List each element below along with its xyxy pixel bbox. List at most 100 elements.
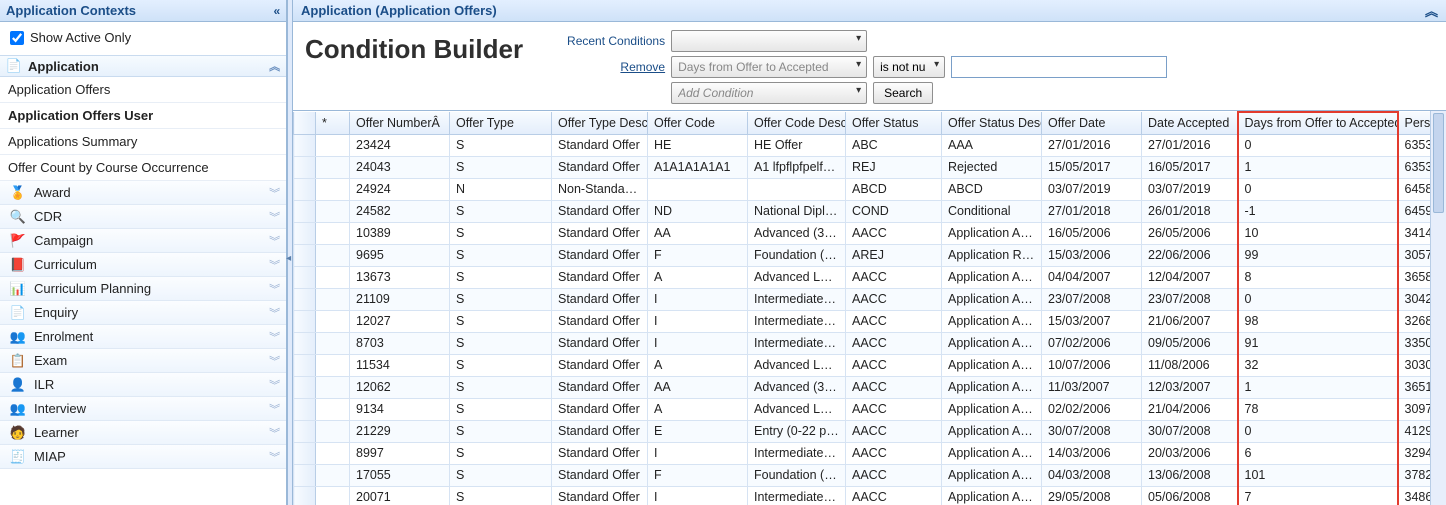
condition-value-input[interactable]	[951, 56, 1167, 78]
cell[interactable]: S	[450, 222, 552, 244]
cell[interactable]	[316, 266, 350, 288]
cell[interactable]: AACC	[846, 310, 942, 332]
cell[interactable]: 101	[1238, 464, 1398, 486]
cell[interactable]: 30/07/2008	[1042, 420, 1142, 442]
column-header[interactable]: Offer Type Desc	[552, 112, 648, 134]
cell[interactable]: Intermediate (...	[748, 288, 846, 310]
cell[interactable]: AACC	[846, 486, 942, 505]
cell[interactable]: 27/01/2016	[1042, 134, 1142, 156]
cell[interactable]: F	[648, 464, 748, 486]
cell[interactable]: S	[450, 442, 552, 464]
sidebar-item-learner[interactable]: 🧑Learner︾	[0, 421, 286, 445]
cell[interactable]: Intermediate (...	[748, 332, 846, 354]
cell[interactable]: 02/02/2006	[1042, 398, 1142, 420]
sidebar-item-enquiry[interactable]: 📄Enquiry︾	[0, 301, 286, 325]
cell[interactable]: Advanced Leve...	[748, 354, 846, 376]
cell[interactable]: 12/04/2007	[1142, 266, 1238, 288]
cell[interactable]: I	[648, 310, 748, 332]
table-row[interactable]: 24924NNon-Standard...ABCDABCD03/07/20190…	[294, 178, 1446, 200]
table-row[interactable]: 21229SStandard OfferEEntry (0-22 poi...A…	[294, 420, 1446, 442]
column-header[interactable]: Offer Date	[1042, 112, 1142, 134]
cell[interactable]	[316, 376, 350, 398]
column-header[interactable]: Offer Status Desc	[942, 112, 1042, 134]
cell[interactable]: A1 lfpflpfpelfpf...	[748, 156, 846, 178]
cell[interactable]: 12062	[350, 376, 450, 398]
sidebar-item-award[interactable]: 🏅Award︾	[0, 181, 286, 205]
cell[interactable]: S	[450, 266, 552, 288]
cell[interactable]: 10/07/2006	[1042, 354, 1142, 376]
cell[interactable]: S	[450, 464, 552, 486]
cell[interactable]: 20071	[350, 486, 450, 505]
scrollbar-thumb[interactable]	[1433, 113, 1444, 213]
cell[interactable]: 24924	[350, 178, 450, 200]
cell[interactable]: COND	[846, 200, 942, 222]
cell[interactable]: 22/06/2006	[1142, 244, 1238, 266]
cell[interactable]: S	[450, 310, 552, 332]
vertical-scrollbar[interactable]	[1430, 111, 1446, 505]
cell[interactable]: N	[450, 178, 552, 200]
cell[interactable]: 30/07/2008	[1142, 420, 1238, 442]
cell[interactable]: Application Ac...	[942, 266, 1042, 288]
cell[interactable]: Application Ac...	[942, 310, 1042, 332]
table-row[interactable]: 13673SStandard OfferAAdvanced Leve...AAC…	[294, 266, 1446, 288]
table-row[interactable]: 11534SStandard OfferAAdvanced Leve...AAC…	[294, 354, 1446, 376]
cell[interactable]: Standard Offer	[552, 442, 648, 464]
cell[interactable]: ABC	[846, 134, 942, 156]
cell[interactable]: Entry (0-22 poi...	[748, 420, 846, 442]
cell[interactable]: 7	[1238, 486, 1398, 505]
cell[interactable]: S	[450, 200, 552, 222]
cell[interactable]: AACC	[846, 464, 942, 486]
cell[interactable]	[316, 464, 350, 486]
cell[interactable]: 12/03/2007	[1142, 376, 1238, 398]
cell[interactable]: S	[450, 156, 552, 178]
cell[interactable]: 27/01/2016	[1142, 134, 1238, 156]
show-active-only-toggle[interactable]: Show Active Only	[0, 22, 286, 55]
cell[interactable]: 16/05/2017	[1142, 156, 1238, 178]
table-row[interactable]: 17055SStandard OfferFFoundation (2...AAC…	[294, 464, 1446, 486]
sidebar-item-offer-count-by-course-occurrence[interactable]: Offer Count by Course Occurrence	[0, 155, 286, 181]
cell[interactable]: Standard Offer	[552, 332, 648, 354]
cell[interactable]: 04/03/2008	[1042, 464, 1142, 486]
cell[interactable]: 9134	[350, 398, 450, 420]
cell[interactable]: 23/07/2008	[1042, 288, 1142, 310]
cell[interactable]: AA	[648, 222, 748, 244]
cell[interactable]: Application Rej...	[942, 244, 1042, 266]
cell[interactable]: 07/02/2006	[1042, 332, 1142, 354]
cell[interactable]: Application Ac...	[942, 222, 1042, 244]
cell[interactable]: 29/05/2008	[1042, 486, 1142, 505]
cell[interactable]: 13/06/2008	[1142, 464, 1238, 486]
cell[interactable]: AACC	[846, 288, 942, 310]
cell[interactable]: 32	[1238, 354, 1398, 376]
cell[interactable]: Foundation (2...	[748, 244, 846, 266]
cell[interactable]: 16/05/2006	[1042, 222, 1142, 244]
cell[interactable]: I	[648, 442, 748, 464]
cell[interactable]: AA	[648, 376, 748, 398]
collapse-sidebar-icon[interactable]: «	[273, 4, 280, 18]
column-header[interactable]: Offer Code Desc	[748, 112, 846, 134]
column-header[interactable]: Offer Status	[846, 112, 942, 134]
cell[interactable]: Advanced Leve...	[748, 398, 846, 420]
table-row[interactable]: 9134SStandard OfferAAdvanced Leve...AACC…	[294, 398, 1446, 420]
collapse-main-icon[interactable]: ︽	[1425, 1, 1438, 20]
cell[interactable]: 05/06/2008	[1142, 486, 1238, 505]
cell[interactable]: Application Ac...	[942, 398, 1042, 420]
cell[interactable]: AACC	[846, 376, 942, 398]
cell[interactable]: 11/08/2006	[1142, 354, 1238, 376]
cell[interactable]: HE	[648, 134, 748, 156]
cell[interactable]: 8997	[350, 442, 450, 464]
cell[interactable]	[316, 178, 350, 200]
cell[interactable]: Advanced (37-...	[748, 376, 846, 398]
cell[interactable]	[316, 310, 350, 332]
cell[interactable]: 17055	[350, 464, 450, 486]
cell[interactable]: Standard Offer	[552, 288, 648, 310]
cell[interactable]: Intermediate (...	[748, 310, 846, 332]
cell[interactable]: 0	[1238, 134, 1398, 156]
column-header[interactable]: Date Accepted	[1142, 112, 1238, 134]
recent-conditions-select[interactable]	[671, 30, 867, 52]
cell[interactable]: Standard Offer	[552, 200, 648, 222]
cell[interactable]: 6	[1238, 442, 1398, 464]
cell[interactable]: 9695	[350, 244, 450, 266]
cell[interactable]: Application Ac...	[942, 354, 1042, 376]
sidebar-item-application-offers[interactable]: Application Offers	[0, 77, 286, 103]
cell[interactable]: 21229	[350, 420, 450, 442]
